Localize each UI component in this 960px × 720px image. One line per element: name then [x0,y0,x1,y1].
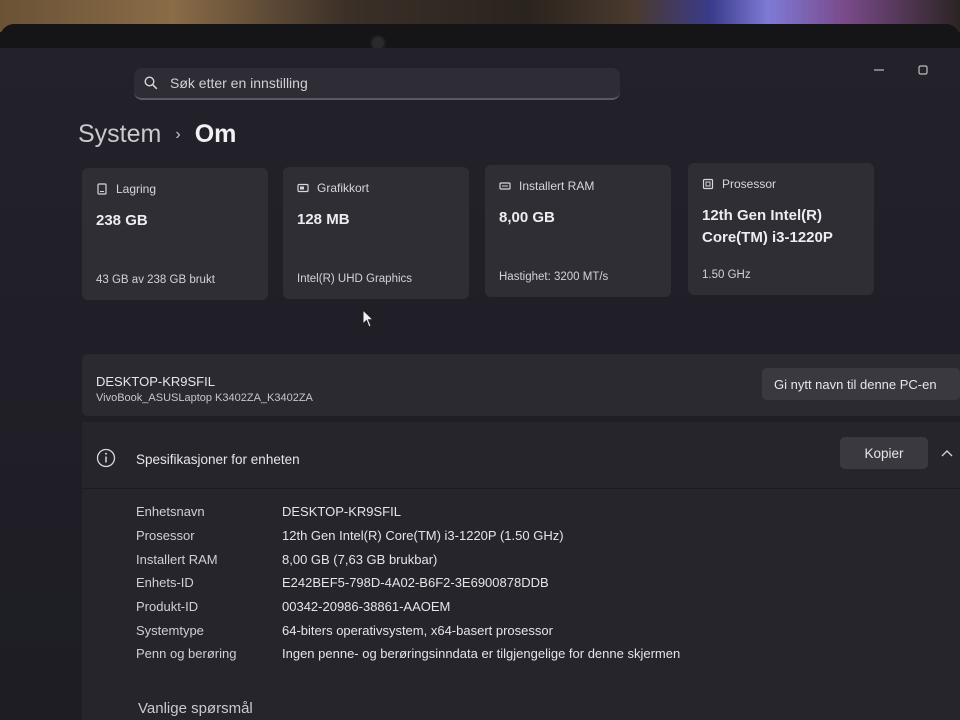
storage-card-value: 238 GB [96,212,148,229]
processor-card-value-line2: Core(TM) i3-1220P [702,229,833,246]
storage-card-title: Lagring [116,182,157,196]
restore-icon [918,65,928,75]
graphics-card-title: Grafikkort [317,181,370,195]
device-specs-section: Spesifikasjoner for enheten Enhetsnavn D… [82,422,960,720]
spec-label: Prosessor [136,528,195,543]
page-title: Om [194,120,237,148]
search-icon [144,76,158,90]
collapse-specs-button[interactable] [938,444,956,462]
ram-card[interactable]: Installert RAM 8,00 GB Hastighet: 3200 M… [485,165,671,297]
graphics-card-value: 128 MB [297,211,350,228]
info-icon [96,448,116,468]
spec-label: Enhetsnavn [136,504,205,519]
storage-card-sub: 43 GB av 238 GB brukt [96,274,215,286]
copy-specs-button[interactable]: Kopier [840,437,928,469]
device-specs-header[interactable]: Spesifikasjoner for enheten [82,422,960,489]
breadcrumb-chevron-icon: › [175,125,181,143]
processor-card-sub: 1.50 GHz [702,269,751,281]
search-input[interactable] [168,74,592,92]
ram-card-title: Installert RAM [519,179,595,193]
search-box[interactable] [134,68,620,100]
processor-card-value-line1: 12th Gen Intel(R) [702,207,823,224]
storage-icon [97,183,107,195]
faq-heading[interactable]: Vanlige spørsmål [138,700,253,717]
storage-card[interactable]: Lagring 238 GB 43 GB av 238 GB brukt [82,168,268,300]
breadcrumb: System › Om [78,120,236,149]
device-specs-title: Spesifikasjoner for enheten [136,452,300,467]
ram-card-sub: Hastighet: 3200 MT/s [499,271,609,283]
rename-pc-button[interactable]: Gi nytt navn til denne PC-en [762,368,960,400]
graphics-card-icon [297,183,309,193]
spec-value: DESKTOP-KR9SFIL [282,504,401,519]
processor-icon [702,178,714,190]
processor-card[interactable]: Prosessor 12th Gen Intel(R) Core(TM) i3-… [688,163,874,295]
graphics-card-sub: Intel(R) UHD Graphics [297,273,413,285]
ram-icon [499,182,511,190]
spec-value: 12th Gen Intel(R) Core(TM) i3-1220P (1.5… [282,528,564,543]
spec-label: Systemtype [136,623,204,638]
spec-value: 00342-20986-38861-AAOEM [282,599,451,614]
minimize-button[interactable] [870,62,888,78]
minimize-icon [874,69,884,71]
spec-label: Installert RAM [136,552,218,567]
mouse-pointer-icon [362,309,374,328]
spec-value: 64-biters operativsystem, x64-basert pro… [282,623,553,638]
breadcrumb-system[interactable]: System [78,120,161,149]
device-model: VivoBook_ASUSLaptop K3402ZA_K3402ZA [96,392,313,404]
chevron-up-icon [941,450,953,457]
spec-value: Ingen penne- og berøringsinndata er tilg… [282,646,681,661]
spec-label: Produkt-ID [136,599,199,614]
processor-card-title: Prosessor [722,177,777,191]
spec-value: 8,00 GB (7,63 GB brukbar) [282,552,438,567]
graphics-card[interactable]: Grafikkort 128 MB Intel(R) UHD Graphics [283,167,469,299]
device-name: DESKTOP-KR9SFIL [96,374,215,389]
spec-label: Penn og berøring [136,646,237,661]
ram-card-value: 8,00 GB [499,209,555,226]
spec-value: E242BEF5-798D-4A02-B6F2-3E6900878DDB [282,575,549,590]
processor-card-value: 12th Gen Intel(R) Core(TM) i3-1220P [702,205,860,249]
spec-label: Enhets-ID [136,575,194,590]
maximize-button[interactable] [914,62,932,78]
